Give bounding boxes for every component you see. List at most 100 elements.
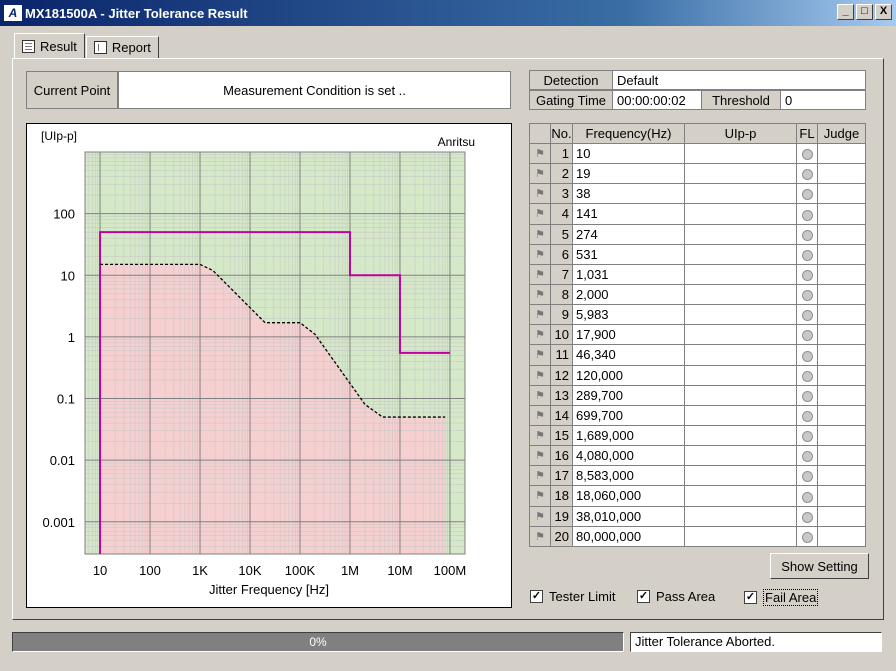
no-header: No.: [550, 123, 573, 144]
flag-icon: ⚑: [529, 283, 551, 306]
row-judge: [817, 485, 866, 507]
pass-area-checkbox[interactable]: ✓ Pass Area: [637, 589, 715, 604]
row-frequency: 1,689,000: [572, 424, 685, 447]
row-judge: [817, 243, 866, 265]
flag-icon: ⚑: [529, 445, 551, 467]
table-row[interactable]: ⚑ 8 2,000: [529, 283, 866, 306]
row-ulp: [684, 404, 797, 426]
row-judge: [817, 384, 866, 406]
row-frequency: 80,000,000: [572, 525, 685, 548]
row-fl: [796, 223, 818, 245]
table-row[interactable]: ⚑ 6 531: [529, 243, 866, 265]
row-judge: [817, 424, 866, 447]
results-table: No. Frequency(Hz) UIp-p FL Judge ⚑ 1 10 ⚑ 2 1…: [529, 123, 866, 548]
tab-report[interactable]: Report: [85, 36, 159, 59]
row-judge: [817, 344, 866, 366]
row-fl: [796, 324, 818, 346]
gating-time-label: Gating Time: [529, 90, 613, 110]
row-fl: [796, 525, 818, 548]
table-row[interactable]: ⚑ 7 1,031: [529, 263, 866, 285]
table-row[interactable]: ⚑ 19 38,010,000: [529, 505, 866, 527]
row-frequency: 10: [572, 142, 685, 165]
status-led-icon: [801, 390, 813, 402]
row-frequency: 141: [572, 203, 685, 225]
row-frequency: 19: [572, 163, 685, 185]
row-frequency: 17,900: [572, 324, 685, 346]
flag-icon: ⚑: [529, 142, 551, 165]
flag-icon: ⚑: [529, 304, 551, 326]
row-frequency: 120,000: [572, 364, 685, 386]
row-number: 12: [550, 364, 573, 386]
table-row[interactable]: ⚑ 10 17,900: [529, 324, 866, 346]
table-row[interactable]: ⚑ 11 46,340: [529, 344, 866, 366]
row-judge: [817, 203, 866, 225]
maximize-button[interactable]: □: [856, 4, 873, 20]
row-judge: [817, 364, 866, 386]
flag-icon: ⚑: [529, 384, 551, 406]
row-ulp: [684, 223, 797, 245]
row-number: 18: [550, 485, 573, 507]
status-led-icon: [801, 431, 813, 443]
table-row[interactable]: ⚑ 1 10: [529, 142, 866, 165]
table-row[interactable]: ⚑ 2 19: [529, 163, 866, 185]
y-axis-label: [UIp-p]: [41, 129, 77, 143]
row-fl: [796, 183, 818, 205]
table-row[interactable]: ⚑ 3 38: [529, 183, 866, 205]
row-ulp: [684, 283, 797, 306]
flag-icon: ⚑: [529, 243, 551, 265]
row-judge: [817, 445, 866, 467]
status-led-icon: [801, 269, 813, 281]
row-judge: [817, 263, 866, 285]
row-ulp: [684, 203, 797, 225]
row-fl: [796, 384, 818, 406]
flag-icon: ⚑: [529, 183, 551, 205]
judge-header: Judge: [817, 123, 866, 144]
status-led-icon: [801, 149, 813, 161]
status-led-icon: [801, 229, 813, 241]
flag-icon: ⚑: [529, 263, 551, 285]
fail-area-checkbox[interactable]: ✓ Fail Area: [744, 589, 819, 606]
tester-limit-label: Tester Limit: [549, 589, 616, 604]
detection-value: Default: [612, 70, 866, 90]
show-setting-button[interactable]: Show Setting: [770, 553, 869, 579]
x-tick-label: 1K: [192, 563, 208, 578]
row-frequency: 46,340: [572, 344, 685, 366]
table-row[interactable]: ⚑ 17 8,583,000: [529, 465, 866, 487]
tab-result[interactable]: Result: [14, 33, 85, 59]
flag-icon: ⚑: [529, 364, 551, 386]
row-ulp: [684, 142, 797, 165]
row-fl: [796, 424, 818, 447]
flag-header: [529, 123, 551, 144]
x-axis-label: Jitter Frequency [Hz]: [209, 582, 329, 597]
flag-icon: ⚑: [529, 203, 551, 225]
current-point-label: Current Point: [26, 71, 118, 109]
brand-label: Anritsu: [438, 135, 475, 149]
row-judge: [817, 505, 866, 527]
table-row[interactable]: ⚑ 4 141: [529, 203, 866, 225]
row-ulp: [684, 424, 797, 447]
flag-icon: ⚑: [529, 344, 551, 366]
table-row[interactable]: ⚑ 13 289,700: [529, 384, 866, 406]
flag-icon: ⚑: [529, 465, 551, 487]
close-button[interactable]: X: [875, 4, 892, 20]
table-row[interactable]: ⚑ 20 80,000,000: [529, 525, 866, 548]
status-led-icon: [801, 370, 813, 382]
row-ulp: [684, 525, 797, 548]
row-ulp: [684, 243, 797, 265]
row-fl: [796, 404, 818, 426]
tester-limit-checkbox[interactable]: ✓ Tester Limit: [530, 589, 615, 604]
y-tick-label: 1: [68, 330, 75, 345]
table-row[interactable]: ⚑ 16 4,080,000: [529, 445, 866, 467]
table-row[interactable]: ⚑ 9 5,983: [529, 304, 866, 326]
flag-icon: ⚑: [529, 324, 551, 346]
table-row[interactable]: ⚑ 15 1,689,000: [529, 424, 866, 447]
table-row[interactable]: ⚑ 5 274: [529, 223, 866, 245]
x-tick-label: 1M: [341, 563, 359, 578]
minimize-button[interactable]: _: [837, 4, 854, 20]
current-point-value: Measurement Condition is set ..: [118, 71, 511, 109]
row-fl: [796, 445, 818, 467]
table-row[interactable]: ⚑ 18 18,060,000: [529, 485, 866, 507]
table-row[interactable]: ⚑ 14 699,700: [529, 404, 866, 426]
row-fl: [796, 263, 818, 285]
table-row[interactable]: ⚑ 12 120,000: [529, 364, 866, 386]
